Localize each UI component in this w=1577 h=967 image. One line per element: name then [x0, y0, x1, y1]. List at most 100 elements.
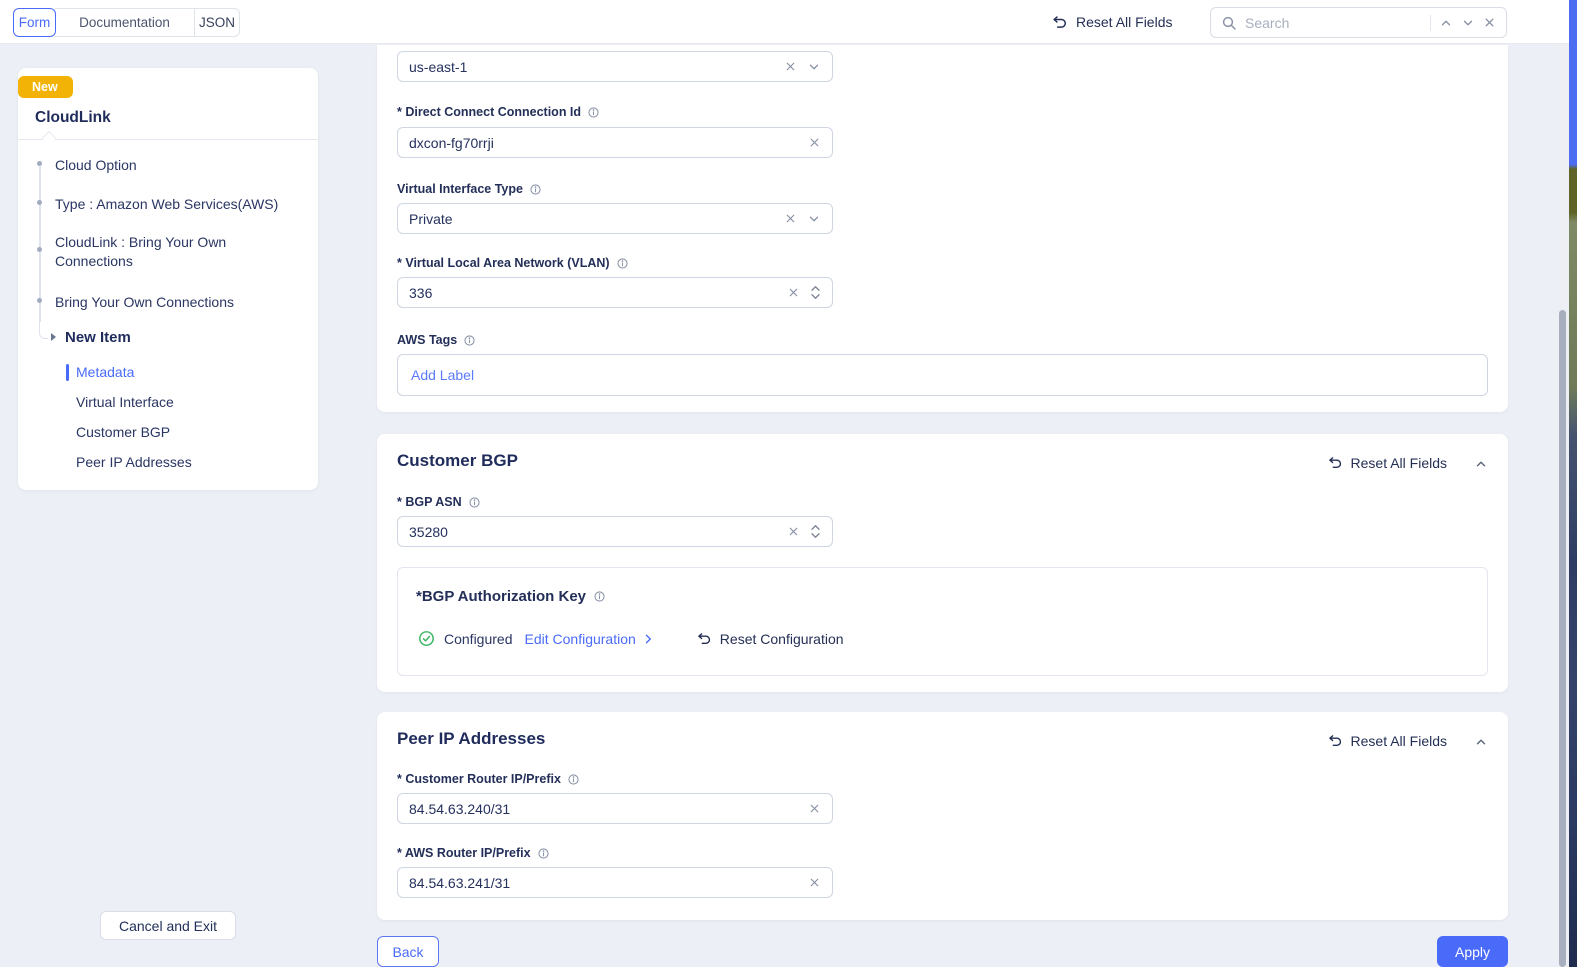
link-text: Edit Configuration — [525, 631, 636, 647]
scrollbar-track — [1556, 44, 1569, 967]
step-dot — [37, 161, 42, 166]
undo-icon — [1327, 455, 1343, 471]
reset-all-fields-label: Reset All Fields — [1076, 14, 1172, 30]
back-button[interactable]: Back — [377, 936, 439, 967]
aws-router-ip-input[interactable] — [409, 875, 798, 891]
virtual-interface-type-value[interactable] — [409, 211, 774, 227]
sidebar-item-customer-bgp[interactable]: Customer BGP — [76, 424, 170, 440]
sidebar-step-cloudlink[interactable]: CloudLink : Bring Your Own Connections — [55, 233, 299, 271]
info-icon[interactable] — [567, 773, 580, 786]
aws-tags-field[interactable]: Add Label — [397, 354, 1488, 396]
divider-notch — [42, 131, 56, 145]
label-text: * Customer Router IP/Prefix — [397, 772, 561, 786]
clear-icon[interactable] — [784, 60, 797, 73]
chevron-down-icon[interactable] — [807, 212, 821, 226]
info-icon[interactable] — [463, 334, 476, 347]
check-circle-icon — [418, 630, 435, 647]
clear-icon[interactable] — [808, 136, 821, 149]
info-icon[interactable] — [616, 257, 629, 270]
region-select[interactable] — [397, 51, 833, 82]
sidebar-item-peer-ip-addresses[interactable]: Peer IP Addresses — [76, 454, 192, 470]
virtual-interface-type-label: Virtual Interface Type — [397, 182, 542, 196]
edit-configuration-link[interactable]: Edit Configuration — [525, 631, 654, 647]
sidebar-item-metadata[interactable]: Metadata — [76, 364, 134, 380]
undo-icon — [1051, 14, 1068, 31]
customer-router-ip-field[interactable] — [397, 793, 833, 824]
bgp-auth-key-title: *BGP Authorization Key — [416, 588, 606, 605]
sidebar-step-byoc[interactable]: Bring Your Own Connections — [55, 293, 299, 312]
reset-all-fields-button[interactable]: Reset All Fields — [1051, 0, 1172, 44]
clear-icon[interactable] — [787, 525, 800, 538]
stepper-down-icon[interactable] — [810, 293, 821, 300]
clear-icon[interactable] — [784, 212, 797, 225]
tree-corner — [39, 320, 48, 339]
label-text: *BGP Authorization Key — [416, 588, 586, 605]
number-stepper — [810, 524, 821, 539]
vlan-field[interactable] — [397, 277, 833, 308]
customer-router-ip-input[interactable] — [409, 801, 798, 817]
undo-icon — [1327, 733, 1343, 749]
direct-connect-id-field[interactable] — [397, 127, 833, 158]
sidebar-step-cloud-option[interactable]: Cloud Option — [55, 156, 299, 175]
tab-json[interactable]: JSON — [195, 8, 240, 37]
stepper-up-icon[interactable] — [810, 524, 821, 531]
aws-router-ip-field[interactable] — [397, 867, 833, 898]
region-value[interactable] — [409, 59, 774, 75]
step-dot — [37, 247, 42, 252]
step-dot — [37, 200, 42, 205]
clear-icon[interactable] — [808, 802, 821, 815]
tab-documentation[interactable]: Documentation — [55, 8, 195, 37]
label-text: Virtual Interface Type — [397, 182, 523, 196]
top-bar: Form Documentation JSON Reset All Fields — [0, 0, 1569, 44]
sidebar-step-type[interactable]: Type : Amazon Web Services(AWS) — [55, 195, 299, 214]
apply-button[interactable]: Apply — [1437, 936, 1508, 967]
customer-router-ip-label: * Customer Router IP/Prefix — [397, 772, 580, 786]
stepper-up-icon[interactable] — [810, 285, 821, 292]
direct-connect-id-input[interactable] — [409, 135, 798, 151]
metadata-section-card: * Direct Connect Connection Id Virtual I… — [377, 45, 1508, 412]
peer-ip-heading: Peer IP Addresses — [397, 729, 545, 749]
chevron-down-icon[interactable] — [807, 60, 821, 74]
vlan-input[interactable] — [409, 285, 777, 301]
search-prev-icon[interactable] — [1439, 16, 1453, 30]
peer-ip-reset-button[interactable]: Reset All Fields — [1327, 733, 1447, 749]
sidebar-item-new-item[interactable]: New Item — [65, 329, 131, 346]
search-close-icon[interactable] — [1483, 16, 1496, 29]
view-tabs: Form Documentation JSON — [13, 8, 240, 37]
clear-icon[interactable] — [787, 286, 800, 299]
label-text: AWS Tags — [397, 333, 457, 347]
bgp-asn-label: * BGP ASN — [397, 495, 481, 509]
info-icon[interactable] — [593, 590, 606, 603]
sidebar-item-virtual-interface[interactable]: Virtual Interface — [76, 394, 174, 410]
tab-form[interactable]: Form — [13, 8, 56, 37]
cancel-and-exit-button[interactable]: Cancel and Exit — [100, 911, 236, 940]
info-icon[interactable] — [468, 496, 481, 509]
configured-status: Configured — [444, 631, 513, 647]
virtual-interface-type-select[interactable] — [397, 203, 833, 234]
add-label-button[interactable]: Add Label — [411, 367, 474, 383]
bgp-asn-field[interactable] — [397, 516, 833, 547]
customer-bgp-reset-button[interactable]: Reset All Fields — [1327, 455, 1447, 471]
search-input[interactable] — [1245, 15, 1422, 31]
info-icon[interactable] — [587, 106, 600, 119]
label-text: * Direct Connect Connection Id — [397, 105, 581, 119]
step-dot — [37, 298, 42, 303]
divider — [1430, 15, 1431, 31]
scrollbar-thumb[interactable] — [1559, 310, 1566, 967]
vlan-label: * Virtual Local Area Network (VLAN) — [397, 256, 629, 270]
collapse-icon[interactable] — [1474, 457, 1488, 471]
wizard-sidebar: New CloudLink Cloud Option Type : Amazon… — [18, 68, 318, 490]
info-icon[interactable] — [537, 847, 550, 860]
customer-bgp-card: Customer BGP Reset All Fields * BGP ASN — [377, 434, 1508, 692]
app-window: Form Documentation JSON Reset All Fields — [0, 0, 1577, 967]
stepper-down-icon[interactable] — [810, 532, 821, 539]
info-icon[interactable] — [529, 183, 542, 196]
search-next-icon[interactable] — [1461, 16, 1475, 30]
clear-icon[interactable] — [808, 876, 821, 889]
reset-configuration-button[interactable]: Reset Configuration — [696, 631, 844, 647]
bgp-asn-input[interactable] — [409, 524, 777, 540]
sidebar-divider — [18, 139, 318, 140]
reset-label: Reset All Fields — [1351, 455, 1447, 471]
peer-ip-card: Peer IP Addresses Reset All Fields * Cus… — [377, 712, 1508, 920]
collapse-icon[interactable] — [1474, 735, 1488, 749]
